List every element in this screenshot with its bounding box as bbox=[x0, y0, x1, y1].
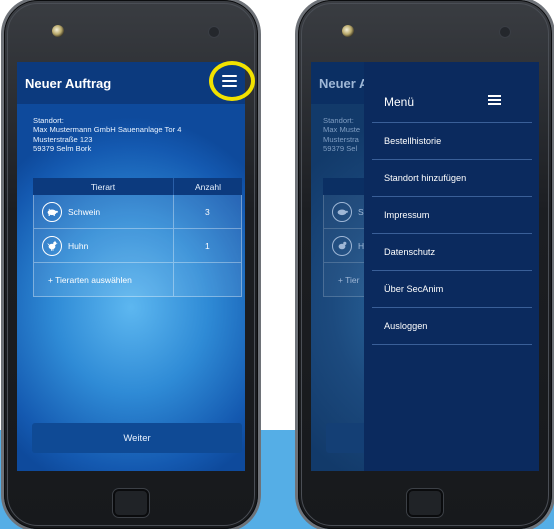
add-animal-types-button[interactable]: + Tierarten auswählen bbox=[33, 263, 242, 297]
pig-icon bbox=[332, 201, 352, 222]
chicken-icon bbox=[42, 235, 62, 256]
table-header: Tierart Anzahl bbox=[33, 178, 242, 195]
menu-item-logout[interactable]: Ausloggen bbox=[372, 308, 532, 345]
location-block: Standort: Max Muste Musterstra 59379 Sel bbox=[323, 116, 361, 154]
sensor-icon bbox=[209, 27, 219, 37]
app-screen-menu-open: Neuer A Standort: Max Muste Musterstra 5… bbox=[311, 62, 539, 471]
chicken-icon bbox=[332, 235, 352, 256]
location-label: Standort: bbox=[33, 116, 64, 125]
page-title: Neuer Auftrag bbox=[25, 76, 112, 91]
add-animal-types-label: + Tierarten auswählen bbox=[48, 274, 132, 285]
drawer-title: Menü bbox=[384, 95, 415, 109]
table-row[interactable]: Huhn 1 bbox=[33, 229, 242, 263]
location-block: Standort: Max Mustermann GmbH Sauenanlag… bbox=[33, 116, 181, 154]
highlight-circle bbox=[209, 61, 255, 101]
column-header-animal: Tierart bbox=[90, 181, 116, 192]
phone-right: Neuer A Standort: Max Muste Musterstra 5… bbox=[298, 0, 552, 529]
menu-hamburger-icon[interactable] bbox=[488, 95, 501, 105]
location-line-3: 59379 Selm Bork bbox=[33, 144, 92, 154]
animal-name: Huhn bbox=[68, 240, 89, 251]
pig-icon bbox=[42, 201, 62, 222]
front-camera-icon bbox=[52, 25, 64, 37]
location-line-2: Musterstraße 123 bbox=[33, 134, 93, 144]
animal-count: 1 bbox=[172, 229, 241, 262]
location-line-1: Max Mustermann GmbH Sauenanlage Tor 4 bbox=[33, 125, 182, 135]
front-camera-icon bbox=[342, 25, 354, 37]
menu-item-imprint[interactable]: Impressum bbox=[372, 197, 532, 234]
menu-item-order-history[interactable]: Bestellhistorie bbox=[372, 123, 532, 160]
drawer-header: Menü bbox=[364, 62, 539, 118]
column-header-count: Anzahl bbox=[173, 178, 242, 195]
sensor-icon bbox=[500, 27, 510, 37]
menu-list: Bestellhistorie Standort hinzufügen Impr… bbox=[372, 123, 532, 345]
menu-item-about[interactable]: Über SecAnim bbox=[372, 271, 532, 308]
animal-table: Tierart Anzahl Schwein 3 Huhn 1 + Tierar… bbox=[33, 178, 242, 297]
menu-item-privacy[interactable]: Datenschutz bbox=[372, 234, 532, 271]
animal-count: 3 bbox=[172, 195, 241, 228]
animal-name: Schwein bbox=[68, 206, 101, 217]
page-title: Neuer A bbox=[319, 76, 369, 91]
home-button[interactable] bbox=[113, 489, 149, 517]
menu-item-add-location[interactable]: Standort hinzufügen bbox=[372, 160, 532, 197]
home-button[interactable] bbox=[407, 489, 443, 517]
next-button[interactable]: Weiter bbox=[32, 423, 242, 453]
navigation-drawer: Menü Bestellhistorie Standort hinzufügen… bbox=[364, 62, 539, 471]
app-screen-new-order: Neuer Auftrag Standort: Max Mustermann G… bbox=[17, 62, 245, 471]
table-row[interactable]: Schwein 3 bbox=[33, 195, 242, 229]
